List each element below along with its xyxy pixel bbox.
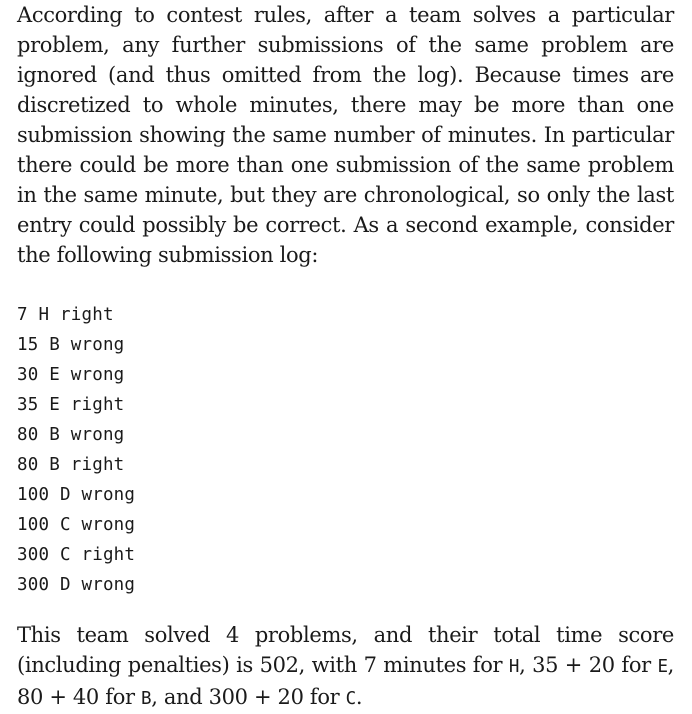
log-problem: E [49,395,60,415]
log-result: wrong [70,425,125,445]
log-result: wrong [70,365,125,385]
problem-e-label: E [657,657,668,677]
log-entry: 100 D wrong [17,480,674,510]
problem-b-label: B [141,689,152,709]
log-entry: 15 B wrong [17,330,674,360]
log-minute: 80 [17,425,39,445]
intro-paragraph: According to contest rules, after a team… [17,3,674,267]
log-entry: 7 H right [17,300,674,330]
log-result: wrong [81,515,136,535]
log-minute: 300 [17,575,50,595]
log-minute: 15 [17,335,39,355]
log-minute: 30 [17,365,39,385]
submission-log: 7 H right 15 B wrong 30 E wrong 35 E rig… [17,300,674,600]
summary-text: , [519,653,533,677]
log-minute: 80 [17,455,39,475]
h-time: 7 [363,653,377,677]
log-entry: 30 E wrong [17,360,674,390]
solved-count: 4 [225,623,239,647]
log-result: wrong [81,485,136,505]
log-minute: 7 [17,305,28,325]
log-minute: 35 [17,395,39,415]
summary-text: , with [298,653,364,677]
log-problem: C [59,545,71,565]
problem-h-label: H [508,657,520,677]
log-result: right [60,305,114,325]
log-result: right [70,455,125,475]
problem-c-label: C [345,689,357,709]
c-time: 300 + 20 [208,685,304,709]
log-result: right [81,545,136,565]
log-problem: H [38,305,50,325]
log-result: right [70,395,125,415]
log-problem: B [49,455,60,475]
log-entry: 100 C wrong [17,510,674,540]
log-problem: B [49,425,60,445]
summary-text: This team solved [17,623,226,647]
summary-text: . [355,685,363,709]
log-result: wrong [81,575,136,595]
log-problem: C [59,515,71,535]
total-score: 502 [259,653,299,677]
log-result: wrong [70,335,125,355]
e-time: 35 + 20 [532,653,615,677]
log-problem: E [49,365,60,385]
log-entry: 80 B right [17,450,674,480]
log-entry: 80 B wrong [17,420,674,450]
summary-text: , and [151,685,209,709]
document-body: According to contest rules, after a team… [17,0,674,714]
log-minute: 100 [17,485,50,505]
log-entry: 300 C right [17,540,674,570]
log-minute: 100 [17,515,50,535]
b-time: 80 + 40 [17,685,99,709]
summary-text: for [98,685,142,709]
log-entry: 300 D wrong [17,570,674,600]
log-entry: 35 E right [17,390,674,420]
log-problem: B [49,335,60,355]
log-problem: D [59,485,71,505]
summary-paragraph: This team solved 4 problems, and their t… [17,620,674,714]
log-minute: 300 [17,545,50,565]
summary-text: , [667,653,675,677]
summary-text: for [303,685,346,709]
summary-text: for [614,653,658,677]
summary-text: minutes for [376,653,509,677]
log-problem: D [59,575,71,595]
